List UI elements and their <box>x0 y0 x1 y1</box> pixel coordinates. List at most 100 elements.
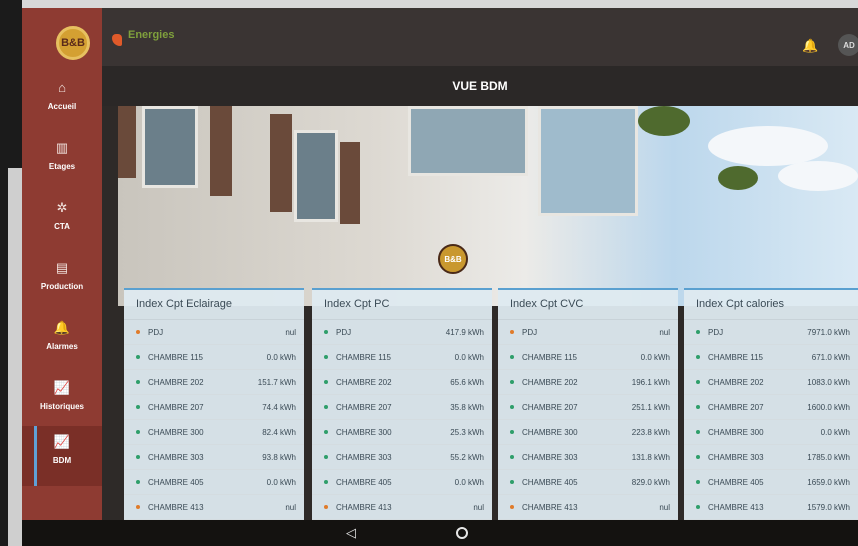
window <box>142 106 198 188</box>
meter-name: CHAMBRE 303 <box>148 452 204 462</box>
notification-bell-icon[interactable]: 🔔 <box>802 38 818 54</box>
top-bar: Energies 🔔 AD <box>102 8 858 66</box>
status-dot-icon <box>324 355 328 359</box>
meter-row[interactable]: CHAMBRE 413 1579.0 kWh <box>684 495 858 520</box>
meter-row[interactable]: CHAMBRE 300 82.4 kWh <box>124 420 304 445</box>
meter-row[interactable]: CHAMBRE 303 55.2 kWh <box>312 445 492 470</box>
sidebar-item-etages[interactable]: ▥ Etages <box>22 132 102 192</box>
meter-name: CHAMBRE 303 <box>336 452 392 462</box>
status-dot-icon <box>510 455 514 459</box>
meter-name: CHAMBRE 202 <box>148 377 204 387</box>
meter-value: 151.7 kWh <box>257 377 296 387</box>
meter-row[interactable]: CHAMBRE 303 93.8 kWh <box>124 445 304 470</box>
user-avatar[interactable]: AD <box>838 34 858 56</box>
meter-value: 0.0 kWh <box>266 352 296 362</box>
window-shutter <box>118 106 136 178</box>
meter-name: CHAMBRE 413 <box>336 502 392 512</box>
sidebar-item-production[interactable]: ▤ Production <box>22 252 102 312</box>
meter-row[interactable]: CHAMBRE 303 1785.0 kWh <box>684 445 858 470</box>
status-dot-icon <box>696 430 700 434</box>
meter-value: 671.0 kWh <box>811 352 850 362</box>
meter-row[interactable]: CHAMBRE 202 196.1 kWh <box>498 370 678 395</box>
meter-name: CHAMBRE 202 <box>522 377 578 387</box>
status-dot-icon <box>324 380 328 384</box>
chart-line-icon: 📈 <box>53 434 71 449</box>
meter-row[interactable]: CHAMBRE 300 0.0 kWh <box>684 420 858 445</box>
meter-row[interactable]: CHAMBRE 115 0.0 kWh <box>312 345 492 370</box>
meter-row[interactable]: CHAMBRE 207 74.4 kWh <box>124 395 304 420</box>
meter-card: Index Cpt CVC PDJ nul CHAMBRE 115 0.0 kWh CHA… <box>498 288 678 520</box>
status-dot-icon <box>136 405 140 409</box>
status-dot-icon <box>696 505 700 509</box>
sidebar-item-alarmes[interactable]: 🔔 Alarmes <box>22 312 102 372</box>
meter-name: CHAMBRE 413 <box>148 502 204 512</box>
meter-row[interactable]: CHAMBRE 207 35.8 kWh <box>312 395 492 420</box>
meter-icon: ▤ <box>55 260 69 275</box>
status-dot-icon <box>136 505 140 509</box>
status-dot-icon <box>510 330 514 334</box>
status-dot-icon <box>136 430 140 434</box>
meter-row[interactable]: CHAMBRE 413 nul <box>124 495 304 520</box>
status-dot-icon <box>324 405 328 409</box>
meter-row[interactable]: CHAMBRE 413 nul <box>312 495 492 520</box>
meter-value: 1083.0 kWh <box>807 377 850 387</box>
tablet-screen: B&B ⌂ Accueil ▥ Etages ✲ CTA ▤ Production 🔔 Alarm… <box>22 8 858 520</box>
brand-name: Energies <box>128 29 175 41</box>
sidebar-item-label: Historiques <box>39 402 84 411</box>
meter-row[interactable]: PDJ 7971.0 kWh <box>684 320 858 345</box>
window-shutter <box>340 142 360 224</box>
meter-value: 55.2 kWh <box>450 452 484 462</box>
meter-value: 93.8 kWh <box>262 452 296 462</box>
meter-row[interactable]: CHAMBRE 300 223.8 kWh <box>498 420 678 445</box>
status-dot-icon <box>136 455 140 459</box>
meter-value: 0.0 kWh <box>454 352 484 362</box>
meter-name: CHAMBRE 207 <box>148 402 204 412</box>
meter-row[interactable]: CHAMBRE 405 0.0 kWh <box>124 470 304 495</box>
home-button-icon[interactable] <box>456 527 468 539</box>
energy-logo-icon <box>112 34 122 46</box>
meter-row[interactable]: CHAMBRE 303 131.8 kWh <box>498 445 678 470</box>
meter-row[interactable]: PDJ nul <box>498 320 678 345</box>
meter-value: 196.1 kWh <box>631 377 670 387</box>
meter-row[interactable]: CHAMBRE 115 0.0 kWh <box>124 345 304 370</box>
meter-row[interactable]: CHAMBRE 207 251.1 kWh <box>498 395 678 420</box>
status-dot-icon <box>324 430 328 434</box>
back-icon[interactable]: ◁ <box>346 525 356 541</box>
meter-value: 1600.0 kWh <box>807 402 850 412</box>
meter-row[interactable]: CHAMBRE 202 151.7 kWh <box>124 370 304 395</box>
meter-value: 0.0 kWh <box>640 352 670 362</box>
meter-row[interactable]: CHAMBRE 405 0.0 kWh <box>312 470 492 495</box>
sidebar-item-label: Alarmes <box>46 342 78 351</box>
meter-row[interactable]: CHAMBRE 207 1600.0 kWh <box>684 395 858 420</box>
meter-name: CHAMBRE 300 <box>708 427 764 437</box>
status-dot-icon <box>510 505 514 509</box>
meter-value: 0.0 kWh <box>266 477 296 487</box>
status-dot-icon <box>136 480 140 484</box>
cloud <box>708 126 828 166</box>
status-dot-icon <box>324 505 328 509</box>
hotel-logo[interactable]: B&B <box>56 26 90 60</box>
meter-row[interactable]: CHAMBRE 115 671.0 kWh <box>684 345 858 370</box>
sidebar-item-accueil[interactable]: ⌂ Accueil <box>22 72 102 132</box>
sidebar-item-bdm[interactable]: 📈 BDM <box>22 426 102 486</box>
android-nav: ◁ <box>22 520 858 546</box>
meter-name: CHAMBRE 207 <box>522 402 578 412</box>
meter-row[interactable]: CHAMBRE 115 0.0 kWh <box>498 345 678 370</box>
meter-row[interactable]: CHAMBRE 405 829.0 kWh <box>498 470 678 495</box>
meter-value: nul <box>285 327 296 337</box>
photo-bezel-top <box>0 0 858 8</box>
meter-row[interactable]: CHAMBRE 202 65.6 kWh <box>312 370 492 395</box>
meter-row[interactable]: PDJ 417.9 kWh <box>312 320 492 345</box>
sidebar-item-label: BDM <box>52 456 72 465</box>
meter-value: nul <box>285 502 296 512</box>
sidebar-item-historiques[interactable]: 📈 Historiques <box>22 372 102 432</box>
sidebar-item-cta[interactable]: ✲ CTA <box>22 192 102 252</box>
meter-value: 1659.0 kWh <box>807 477 850 487</box>
meter-value: 829.0 kWh <box>631 477 670 487</box>
meter-row[interactable]: CHAMBRE 300 25.3 kWh <box>312 420 492 445</box>
meter-row[interactable]: PDJ nul <box>124 320 304 345</box>
status-dot-icon <box>510 380 514 384</box>
meter-row[interactable]: CHAMBRE 413 nul <box>498 495 678 520</box>
meter-row[interactable]: CHAMBRE 202 1083.0 kWh <box>684 370 858 395</box>
meter-row[interactable]: CHAMBRE 405 1659.0 kWh <box>684 470 858 495</box>
